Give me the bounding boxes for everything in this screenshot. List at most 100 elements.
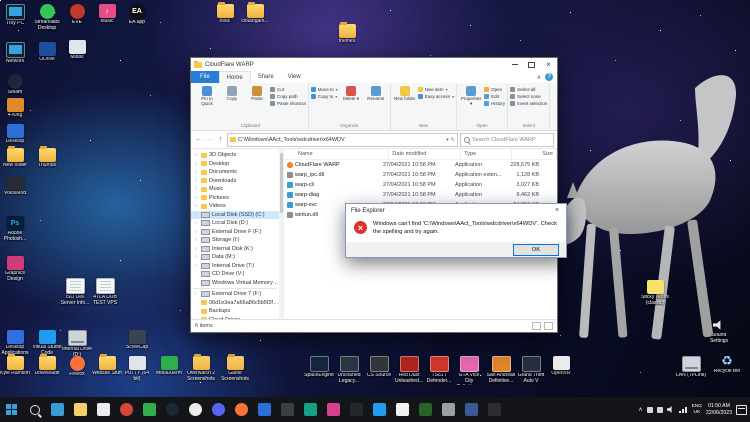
taskbar-mail-app-button[interactable] — [46, 397, 69, 422]
paste-shortcut-button[interactable]: Paste shortcut — [270, 101, 306, 106]
taskbar-start-button[interactable] — [0, 397, 23, 422]
move-to-button[interactable]: Move to▾ — [311, 87, 338, 92]
desktop-icon-music[interactable]: ♪Music — [92, 4, 122, 25]
desktop-icon-kyle-ramson[interactable]: Kyle Ramson — [0, 356, 30, 377]
desktop-icon-steam[interactable]: Steam — [0, 74, 30, 96]
sidebar-item-data-m[interactable]: ›Data (M:) — [191, 253, 279, 262]
sidebar-item-storage-i[interactable]: ›Storage (I:) — [191, 236, 279, 245]
up-button[interactable]: ↑ — [216, 136, 225, 143]
column-header-size[interactable]: Size — [512, 149, 557, 159]
sidebar-item-documents[interactable]: ›Documents — [191, 168, 279, 177]
network-icon[interactable] — [679, 406, 688, 413]
sidebar-item-downloads[interactable]: ›Downloads — [191, 177, 279, 186]
taskbar-app-blue-1-app-button[interactable] — [253, 397, 276, 422]
desktop-icon-mobaxterm[interactable]: MobaXterm — [154, 356, 184, 377]
file-row-cloudflare-warp[interactable]: CloudFlare WARP27/04/2021 10:58 PMApplic… — [284, 160, 557, 170]
back-button[interactable]: ← — [194, 136, 203, 143]
desktop-icon-visual-studio-code[interactable]: Visual Studio Code — [32, 330, 62, 357]
desktop-icon-ea-app[interactable]: EAEA app — [122, 4, 152, 26]
chevron-icon[interactable]: › — [195, 220, 199, 226]
taskbar-firefox-app-button[interactable] — [230, 397, 253, 422]
chevron-icon[interactable]: › — [195, 152, 199, 158]
tab-share[interactable]: Share — [251, 71, 281, 83]
chevron-icon[interactable]: › — [195, 212, 199, 218]
view-toggle-icons[interactable] — [532, 322, 553, 330]
desktop-icon-cs-source[interactable]: CS Source — [364, 356, 394, 379]
file-row-warp-cli[interactable]: warp-cli27/04/2021 10:58 PMApplication3,… — [284, 180, 557, 190]
chevron-icon[interactable]: › — [195, 291, 199, 297]
chevron-icon[interactable]: › — [195, 161, 199, 167]
sidebar-item-local-disk-d[interactable]: ›Local Disk (D:) — [191, 219, 279, 228]
file-row-warp-diag[interactable]: warp-diag27/04/2021 10:58 PMApplication9… — [284, 190, 557, 200]
select-all-button[interactable]: Select all — [510, 87, 547, 92]
desktop-icon-overwatch-2-screenshots[interactable]: Overwatch 2 Screenshots — [186, 356, 216, 383]
desktop-icon-putty-64-bit[interactable]: PuTTY (64 bit) — [122, 356, 152, 383]
rename-button[interactable]: Rename — [364, 84, 388, 101]
taskbar-search-button[interactable] — [23, 397, 46, 422]
sidebar-item-pictures[interactable]: ›Pictures — [191, 194, 279, 203]
desktop-icon-4-king[interactable]: 4-King — [0, 98, 30, 119]
desktop-icon-mod[interactable]: mod! — [210, 4, 240, 25]
tray-app-icon[interactable] — [647, 407, 653, 413]
desktop-icon-network[interactable]: Network — [0, 42, 30, 65]
desktop-icon-san-andreas-definitive[interactable]: San Andreas Definitive... — [486, 356, 516, 385]
sidebar-scrollbar[interactable] — [279, 149, 283, 319]
desktop-icon-graphics-design[interactable]: Graphics Design — [0, 256, 30, 283]
desktop-icon-mibbit[interactable]: Mibbit — [62, 40, 92, 61]
desktop-icon-troy-pc[interactable]: Troy PC — [0, 4, 30, 27]
volume-icon[interactable] — [667, 406, 675, 414]
pin-to-quick-access-button[interactable]: Pin to Quick access — [195, 84, 219, 107]
desktop-icon-game-screenshots[interactable]: Game Screenshots — [220, 356, 250, 383]
desktop-icon-sticky-notes-classic[interactable]: Sticky Notes (classic) — [640, 280, 670, 307]
desktop-icon-red-dust-unleashed[interactable]: Red Dust Unleashed... — [394, 356, 424, 385]
desktop-icon-uncharted-legacy[interactable]: Uncharted Legacy... — [334, 356, 364, 385]
taskbar-app-white-2-app-button[interactable] — [184, 397, 207, 422]
desktop-icon-firefox[interactable]: Firefox — [62, 356, 92, 378]
taskbar-steam-app-button[interactable] — [161, 397, 184, 422]
language-indicator[interactable]: ENG UK — [692, 404, 702, 416]
scrollbar-thumb[interactable] — [280, 153, 283, 213]
sidebar-item-3d-objects[interactable]: ›3D Objects — [191, 151, 279, 160]
desktop-icon-ts61-defender[interactable]: TS61 / Defender... — [424, 356, 454, 385]
sidebar-item-windows-virtual-memory-x[interactable]: Windows Virtual Memory (X:) — [191, 279, 279, 288]
sidebar-item-06d1e3ea7a66a86c5b5f2fe[interactable]: 06d1e3ea7a66a86c5b5f2fe... — [191, 299, 279, 308]
desktop-icon-openvr[interactable]: OpenVR — [546, 356, 576, 377]
desktop-icon-cloudfgam[interactable]: cloudfgam... — [240, 4, 270, 25]
desktop-icon-adobe-photosh[interactable]: PsAdobe Photosh... — [0, 216, 30, 243]
chevron-icon[interactable]: › — [195, 178, 199, 184]
address-bar[interactable]: C:\Windows\AAct_Tools\wdcdriver\x64WDV ▾… — [227, 133, 458, 147]
easy-access-button[interactable]: Easy access▾ — [418, 94, 454, 99]
chevron-icon[interactable]: › — [195, 263, 199, 269]
delete-button[interactable]: Delete ▾ — [339, 84, 363, 101]
clock[interactable]: 01:50 AM 22/06/2023 — [706, 403, 732, 416]
desktop-icon-spaceengine[interactable]: SpaceEngine — [304, 356, 334, 379]
minimize-button[interactable] — [506, 58, 523, 71]
column-header-date-modified[interactable]: Date modified — [389, 149, 461, 159]
open-button[interactable]: Open — [484, 87, 505, 92]
collapse-ribbon-icon[interactable]: ∧ — [537, 74, 541, 81]
sidebar-item-external-drive-7-f[interactable]: ›External Drive 7 (F:) — [191, 290, 279, 299]
tab-file[interactable]: File — [191, 71, 219, 83]
chevron-icon[interactable]: › — [195, 195, 199, 201]
chevron-icon[interactable]: › — [195, 254, 199, 260]
action-center-button[interactable] — [736, 405, 747, 415]
sidebar-item-local-disk-ssd-c[interactable]: ›Local Disk (SSD) (C:) — [191, 211, 279, 220]
desktop-icon-website-stuff[interactable]: Website Stuff — [92, 356, 122, 377]
desktop-icon-grand-theft-auto-v[interactable]: Grand Theft Auto V — [516, 356, 546, 385]
invert-selection-button[interactable]: Invert selection — [510, 101, 547, 106]
file-row-warp-ipc-dll[interactable]: warp_ipc.dll27/04/2021 10:58 PMApplicati… — [284, 170, 557, 180]
desktop-icon-4tla-dub-test-vps[interactable]: 4TLA DUB TEST VPS — [90, 278, 120, 307]
new-folder-button[interactable]: New folder — [393, 84, 417, 101]
chevron-icon[interactable]: › — [195, 169, 199, 175]
desktop-icon-iso-dell-server-info[interactable]: ISO Dell Server Info... — [60, 278, 90, 307]
tray-app-icon[interactable] — [657, 407, 663, 413]
sidebar-item-videos[interactable]: ›Videos — [191, 202, 279, 211]
taskbar-app-green-1-app-button[interactable] — [138, 397, 161, 422]
taskbar-app-dark-3-app-button[interactable] — [483, 397, 506, 422]
copy-button[interactable]: Copy — [220, 84, 244, 101]
desktop-icon-lan-tplink[interactable]: LAN (TPLink) — [676, 356, 706, 379]
taskbar-app-dark-2-app-button[interactable] — [345, 397, 368, 422]
taskbar-vscode-app-button[interactable] — [368, 397, 391, 422]
edit-button[interactable]: Edit — [484, 94, 505, 99]
desktop-icon-desktop[interactable]: Desktop — [0, 124, 30, 145]
